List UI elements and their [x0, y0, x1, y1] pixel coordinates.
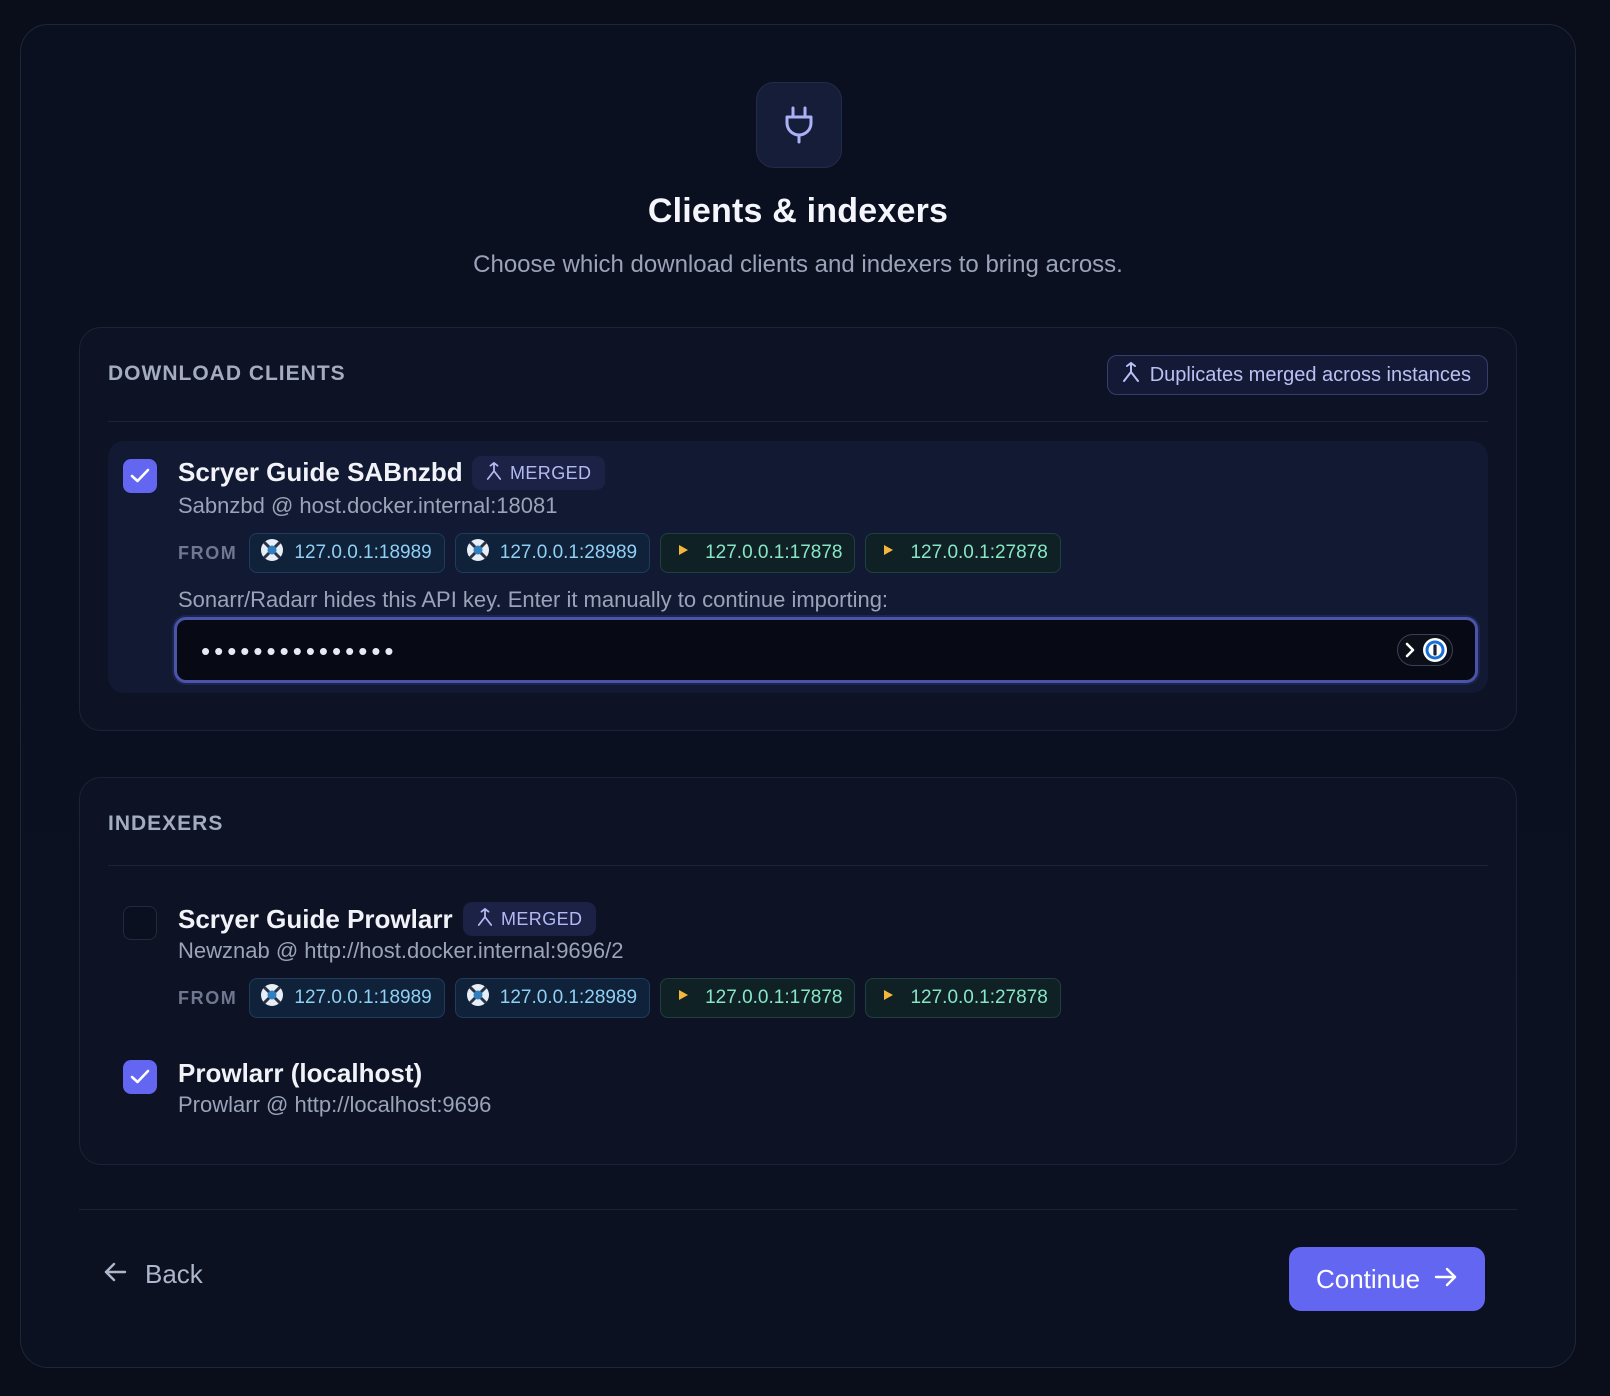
- indexers-card: INDEXERS Scryer Guide Prowlarr MERGED Ne…: [79, 777, 1517, 1165]
- list-item[interactable]: Prowlarr (localhost) Prowlarr @ http://l…: [108, 1048, 1488, 1128]
- merge-icon: [486, 461, 502, 486]
- item-checkbox[interactable]: [123, 1060, 157, 1094]
- radarr-play-icon: [671, 983, 695, 1013]
- merged-label: MERGED: [510, 462, 592, 483]
- api-key-input[interactable]: •••••••••••••••: [174, 617, 1478, 683]
- check-icon: [130, 1069, 150, 1084]
- item-subtitle: Newznab @ http://host.docker.internal:96…: [178, 938, 624, 963]
- radarr-play-icon: [876, 538, 900, 568]
- source-address: 127.0.0.1:17878: [705, 542, 843, 563]
- password-manager-icon[interactable]: [1397, 634, 1453, 666]
- indexers-header: INDEXERS: [108, 778, 1488, 866]
- arrow-left-icon: [103, 1259, 127, 1290]
- merge-icon: [477, 907, 493, 932]
- source-address: 127.0.0.1:17878: [705, 987, 843, 1008]
- source-address: 127.0.0.1:18989: [294, 542, 432, 563]
- source-instances: FROM 127.0.0.1:18989 127.0.0.1:28989 127…: [178, 978, 1061, 1018]
- item-checkbox[interactable]: [123, 906, 157, 940]
- section-title: INDEXERS: [108, 812, 224, 835]
- source-address: 127.0.0.1:28989: [499, 987, 638, 1008]
- arrow-right-icon: [1434, 1264, 1458, 1295]
- source-address: 127.0.0.1:27878: [910, 987, 1048, 1008]
- sonarr-icon: [466, 538, 490, 568]
- download-clients-header: DOWNLOAD CLIENTS Duplicates merged acros…: [108, 328, 1488, 422]
- source-chip: 127.0.0.1:27878: [865, 533, 1061, 573]
- footer-divider: [79, 1209, 1517, 1210]
- continue-label: Continue: [1315, 1263, 1421, 1294]
- item-name: Prowlarr (localhost): [178, 1058, 423, 1088]
- api-key-value: •••••••••••••••: [201, 636, 398, 666]
- merged-label: MERGED: [501, 908, 583, 929]
- merged-badge: MERGED: [472, 456, 606, 490]
- check-icon: [130, 468, 150, 483]
- source-address: 127.0.0.1:28989: [499, 542, 638, 563]
- source-chip: 127.0.0.1:18989: [249, 533, 445, 573]
- source-instances: FROM 127.0.0.1:18989 127.0.0.1:28989 127…: [178, 533, 1061, 573]
- source-chip: 127.0.0.1:28989: [454, 978, 651, 1018]
- source-chip: 127.0.0.1:18989: [249, 978, 445, 1018]
- api-key-note: Sonarr/Radarr hides this API key. Enter …: [178, 587, 889, 612]
- list-item[interactable]: Scryer Guide Prowlarr MERGED Newznab @ h…: [108, 896, 1488, 1026]
- merged-badge: MERGED: [463, 902, 597, 936]
- source-chip: 127.0.0.1:17878: [660, 978, 856, 1018]
- from-label: FROM: [178, 542, 238, 563]
- duplicates-badge-label: Duplicates merged across instances: [1149, 363, 1471, 386]
- page-title: Clients & indexers: [647, 192, 949, 230]
- plug-icon: [756, 82, 842, 168]
- source-address: 127.0.0.1:27878: [910, 542, 1048, 563]
- continue-button[interactable]: Continue: [1289, 1247, 1485, 1311]
- section-title: DOWNLOAD CLIENTS: [108, 362, 346, 385]
- list-item[interactable]: Scryer Guide SABnzbd MERGED Sabnzbd @ ho…: [108, 441, 1488, 693]
- radarr-play-icon: [671, 538, 695, 568]
- item-subtitle: Sabnzbd @ host.docker.internal:18081: [178, 493, 558, 518]
- source-chip: 127.0.0.1:17878: [660, 533, 856, 573]
- duplicates-merged-badge: Duplicates merged across instances: [1106, 355, 1488, 395]
- sonarr-icon: [260, 538, 284, 568]
- radarr-play-icon: [876, 983, 900, 1013]
- source-chip: 127.0.0.1:28989: [454, 533, 651, 573]
- wizard-panel: Clients & indexers Choose which download…: [20, 24, 1576, 1368]
- source-chip: 127.0.0.1:27878: [865, 978, 1061, 1018]
- from-label: FROM: [178, 987, 238, 1008]
- page-subtitle: Choose which download clients and indexe…: [473, 251, 1123, 278]
- merge-icon: [1122, 361, 1140, 389]
- sonarr-icon: [466, 983, 490, 1013]
- back-button[interactable]: Back: [103, 1247, 203, 1301]
- item-name: Scryer Guide SABnzbd: [178, 457, 463, 487]
- download-clients-card: DOWNLOAD CLIENTS Duplicates merged acros…: [79, 327, 1517, 731]
- back-label: Back: [145, 1258, 203, 1289]
- item-subtitle: Prowlarr @ http://localhost:9696: [178, 1092, 492, 1117]
- source-address: 127.0.0.1:18989: [294, 987, 432, 1008]
- item-name: Scryer Guide Prowlarr: [178, 904, 453, 934]
- sonarr-icon: [260, 983, 284, 1013]
- item-checkbox[interactable]: [123, 459, 157, 493]
